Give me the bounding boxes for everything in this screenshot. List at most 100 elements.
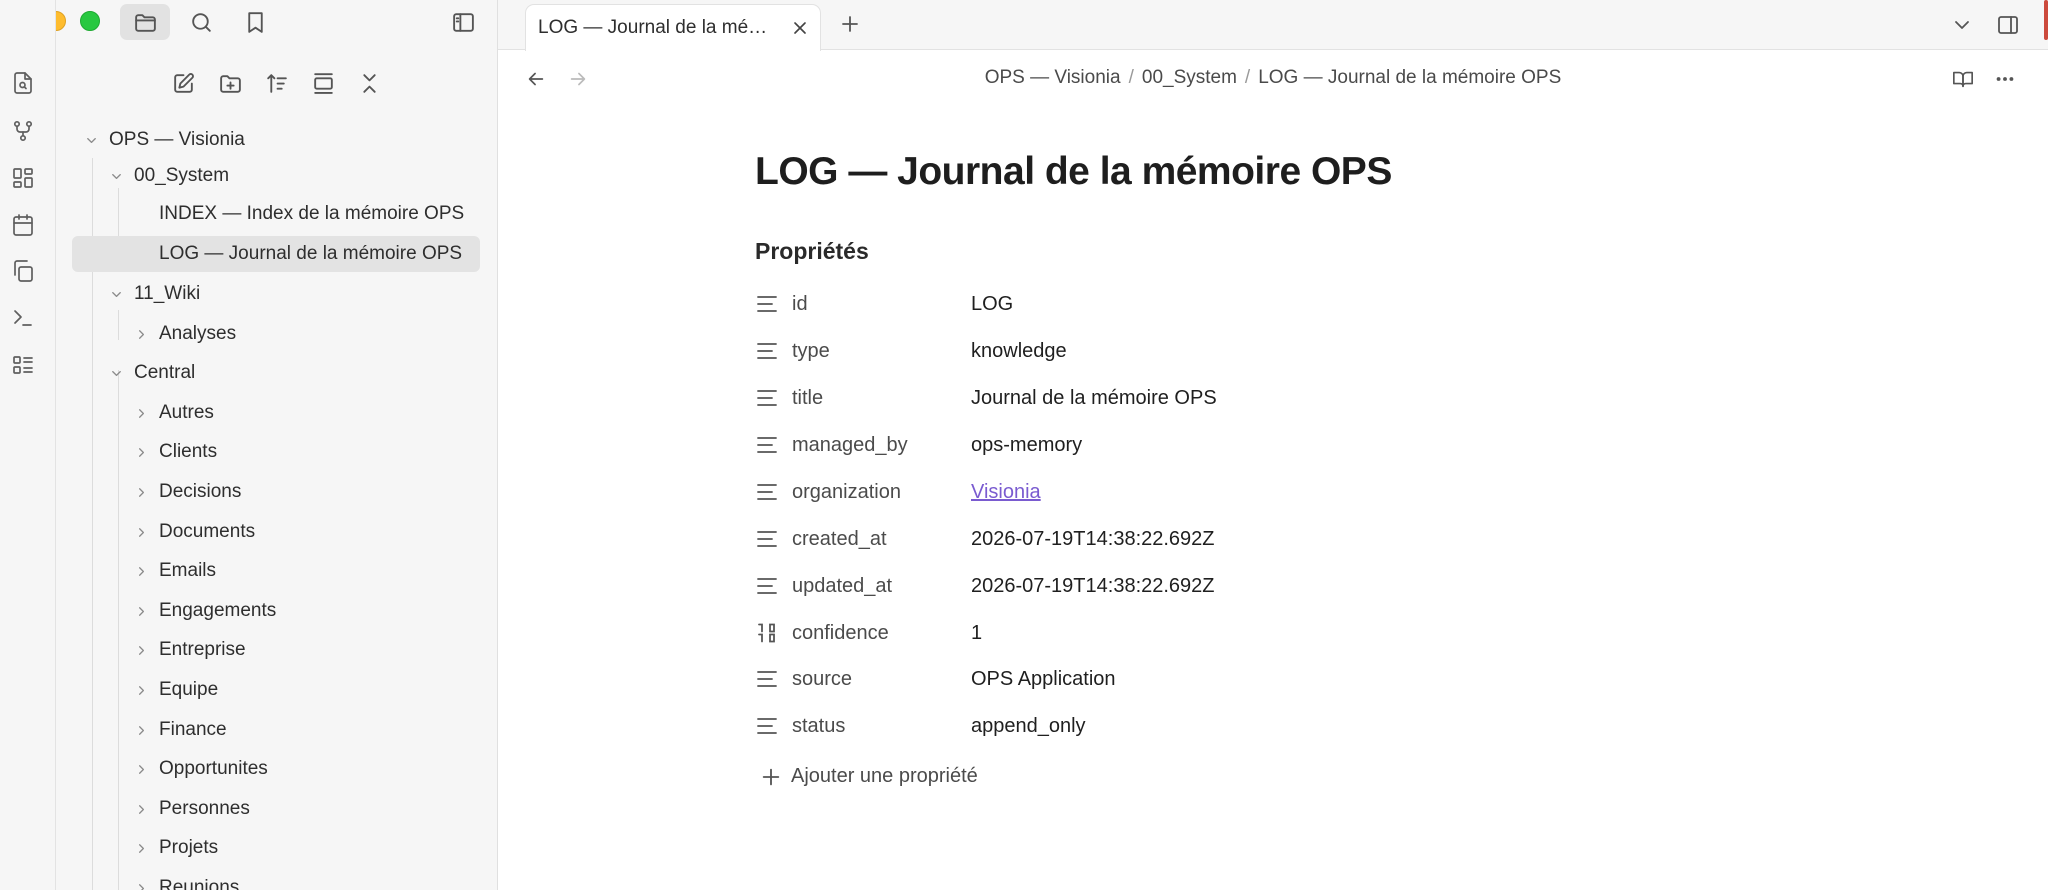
property-value[interactable]: Journal de la mémoire OPS <box>971 387 1217 410</box>
search-file-icon[interactable] <box>8 68 38 98</box>
property-row-managed-by[interactable]: managed_by ops-memory <box>755 421 1655 468</box>
copy-files-icon[interactable] <box>8 256 38 286</box>
text-icon[interactable] <box>755 667 779 691</box>
property-key[interactable]: confidence <box>792 622 889 645</box>
text-icon[interactable] <box>755 433 779 457</box>
tree-folder-projets[interactable]: Projets <box>56 830 497 866</box>
tree-item-label: INDEX — Index de la mémoire OPS <box>159 203 465 224</box>
property-value[interactable]: LOG <box>971 293 1013 316</box>
list-view-icon[interactable] <box>8 350 38 380</box>
property-key[interactable]: organization <box>792 481 901 504</box>
tree-folder-11-wiki[interactable]: 11_Wiki <box>56 276 497 312</box>
property-row-confidence[interactable]: confidence 1 <box>755 609 1655 656</box>
tree-folder-clients[interactable]: Clients <box>56 434 497 470</box>
text-icon[interactable] <box>755 292 779 316</box>
tree-item-label: 11_Wiki <box>134 283 201 304</box>
property-row-created-at[interactable]: created_at 2026-07-19T14:38:22.692Z <box>755 515 1655 562</box>
text-icon[interactable] <box>755 714 779 738</box>
tree-folder-opportunites[interactable]: Opportunites <box>56 751 497 787</box>
tree-folder-00-system[interactable]: 00_System <box>56 158 497 194</box>
property-key[interactable]: managed_by <box>792 434 908 457</box>
property-row-title[interactable]: title Journal de la mémoire OPS <box>755 374 1655 421</box>
property-key[interactable]: status <box>792 715 845 738</box>
tree-folder-engagements[interactable]: Engagements <box>56 593 497 629</box>
property-value[interactable]: 2026-07-19T14:38:22.692Z <box>971 575 1215 598</box>
auto-reveal-icon[interactable] <box>306 66 340 100</box>
tree-folder-analyses[interactable]: Analyses <box>56 316 497 352</box>
property-row-updated-at[interactable]: updated_at 2026-07-19T14:38:22.692Z <box>755 562 1655 609</box>
files-tab-folder-icon[interactable] <box>120 4 170 40</box>
more-options-icon[interactable] <box>1990 64 2020 94</box>
property-key[interactable]: updated_at <box>792 575 892 598</box>
document-content: LOG — Journal de la mémoire OPS Propriét… <box>755 150 1655 787</box>
tab-log[interactable]: LOG — Journal de la mémoire OPS <box>525 4 821 51</box>
terminal-icon[interactable] <box>8 303 38 333</box>
property-value-link[interactable]: Visionia <box>971 481 1041 504</box>
bookmark-icon[interactable] <box>230 4 280 40</box>
new-folder-icon[interactable] <box>213 66 247 100</box>
breadcrumb-item[interactable]: LOG — Journal de la mémoire OPS <box>1258 67 1561 88</box>
properties-heading[interactable]: Propriétés <box>755 238 869 265</box>
property-value[interactable]: 1 <box>971 622 982 645</box>
property-key[interactable]: title <box>792 387 823 410</box>
tree-folder-reunions[interactable]: Reunions <box>56 870 497 890</box>
breadcrumb-item[interactable]: 00_System <box>1142 67 1237 88</box>
tree-folder-personnes[interactable]: Personnes <box>56 791 497 827</box>
sort-order-icon[interactable] <box>259 66 293 100</box>
tree-folder-entreprise[interactable]: Entreprise <box>56 632 497 668</box>
graph-view-icon[interactable] <box>8 116 38 146</box>
text-icon[interactable] <box>755 480 779 504</box>
property-value[interactable]: ops-memory <box>971 434 1082 457</box>
property-row-id[interactable]: id LOG <box>755 280 1655 327</box>
tree-item-label: Decisions <box>159 481 242 502</box>
tree-folder-equipe[interactable]: Equipe <box>56 672 497 708</box>
page-title[interactable]: LOG — Journal de la mémoire OPS <box>755 150 1655 194</box>
property-row-organization[interactable]: organization Visionia <box>755 468 1655 515</box>
sidebar-toggle-icon[interactable] <box>438 4 488 40</box>
text-icon[interactable] <box>755 574 779 598</box>
new-tab-plus-icon[interactable] <box>835 9 865 39</box>
tree-item-label: OPS — Visionia <box>109 129 245 150</box>
property-row-status[interactable]: status append_only <box>755 702 1655 749</box>
tree-file-index[interactable]: INDEX — Index de la mémoire OPS <box>56 196 497 232</box>
property-key[interactable]: source <box>792 668 852 691</box>
window-maximize-button[interactable] <box>80 11 100 31</box>
close-icon[interactable] <box>790 18 810 38</box>
canvas-icon[interactable] <box>8 163 38 193</box>
tree-folder-emails[interactable]: Emails <box>56 553 497 589</box>
tree-folder-decisions[interactable]: Decisions <box>56 474 497 510</box>
new-note-icon[interactable] <box>166 66 200 100</box>
property-key[interactable]: type <box>792 340 830 363</box>
chevron-right-icon <box>132 681 150 699</box>
search-icon[interactable] <box>176 4 226 40</box>
number-icon[interactable] <box>755 621 779 645</box>
tree-folder-autres[interactable]: Autres <box>56 395 497 431</box>
right-sidebar-toggle-icon[interactable] <box>1993 10 2023 40</box>
text-icon[interactable] <box>755 339 779 363</box>
property-row-source[interactable]: source OPS Application <box>755 655 1655 702</box>
window-minimize-button[interactable] <box>56 11 66 31</box>
property-key[interactable]: created_at <box>792 528 887 551</box>
chevron-right-icon <box>132 641 150 659</box>
property-value[interactable]: knowledge <box>971 340 1067 363</box>
tree-file-log[interactable]: LOG — Journal de la mémoire OPS <box>56 236 497 272</box>
breadcrumb-item[interactable]: OPS — Visionia <box>985 67 1121 88</box>
tree-folder-finance[interactable]: Finance <box>56 712 497 748</box>
property-row-type[interactable]: type knowledge <box>755 327 1655 374</box>
tree-folder-ops-visionia[interactable]: OPS — Visionia <box>56 122 497 158</box>
chevron-down-icon <box>82 131 100 149</box>
chevron-right-icon <box>132 721 150 739</box>
property-value[interactable]: append_only <box>971 715 1086 738</box>
reading-view-book-icon[interactable] <box>1948 64 1978 94</box>
window-edge <box>2044 0 2048 40</box>
property-value[interactable]: 2026-07-19T14:38:22.692Z <box>971 528 1215 551</box>
property-key[interactable]: id <box>792 293 808 316</box>
collapse-all-icon[interactable] <box>352 66 386 100</box>
tree-folder-central[interactable]: Central <box>56 355 497 391</box>
chevron-down-icon[interactable] <box>1947 10 1977 40</box>
text-icon[interactable] <box>755 386 779 410</box>
property-value[interactable]: OPS Application <box>971 668 1116 691</box>
text-icon[interactable] <box>755 527 779 551</box>
calendar-icon[interactable] <box>8 210 38 240</box>
tree-folder-documents[interactable]: Documents <box>56 514 497 550</box>
